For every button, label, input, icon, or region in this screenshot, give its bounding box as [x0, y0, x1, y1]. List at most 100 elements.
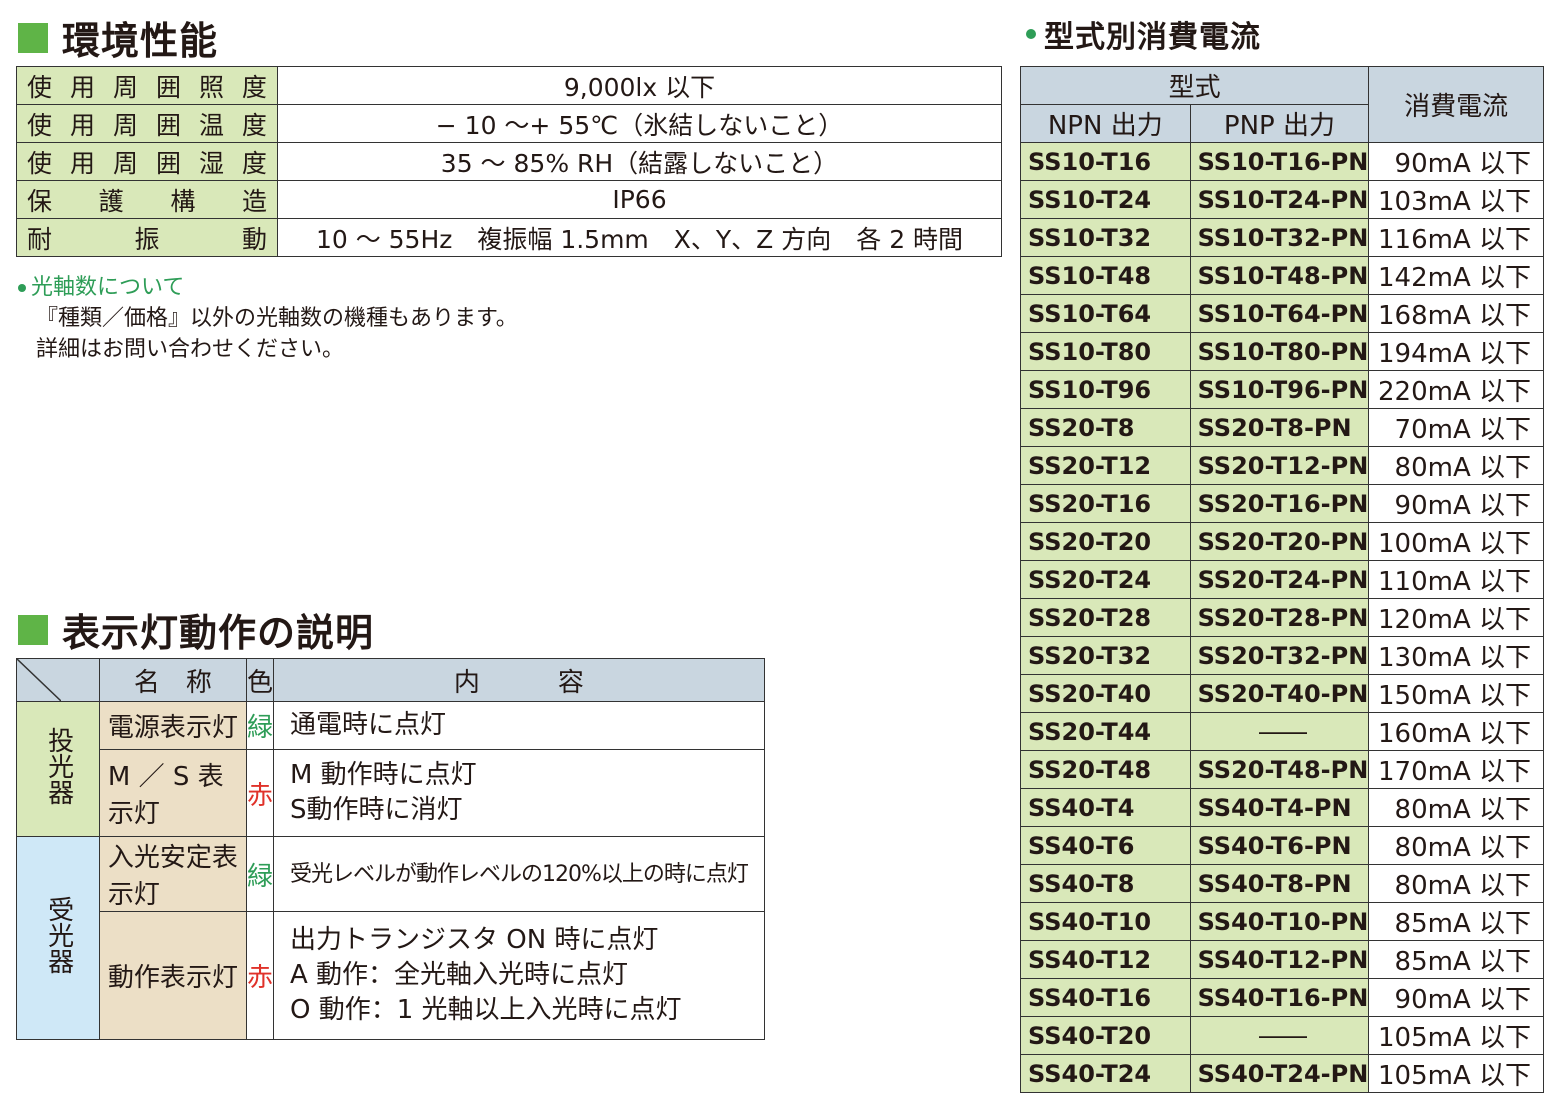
current-row: SS10-T32 SS10-T32-PN 116mA 以下 — [1020, 218, 1544, 257]
group-label: 投光器 — [43, 726, 74, 805]
npn-model: SS10-T64 — [1020, 294, 1191, 333]
indicator-content-line: O 動作：1 光軸以上入光時に点灯 — [289, 995, 682, 1025]
npn-model: SS20-T44 — [1020, 712, 1191, 751]
npn-model: SS20-T32 — [1020, 636, 1191, 675]
current-row: SS20-T28 SS20-T28-PN 120mA 以下 — [1020, 598, 1544, 637]
current-value: 80mA 以下 — [1368, 446, 1544, 485]
env-row: 使用周囲照度 9,000lx 以下 — [16, 66, 1002, 105]
env-label: 使用周囲温度 — [27, 110, 267, 140]
pnp-model: SS20-T16-PN — [1189, 484, 1370, 523]
npn-model: SS10-T32 — [1020, 218, 1191, 257]
indicator-name-cell: 電源表示灯 — [98, 701, 247, 750]
pnp-model: SS10-T48-PN — [1189, 256, 1370, 295]
npn-model: SS20-T20 — [1020, 522, 1191, 561]
pnp-model: SS20-T48-PN — [1189, 750, 1370, 789]
pnp-model: SS10-T24-PN — [1189, 180, 1370, 219]
current-row: SS20-T8 SS20-T8-PN 70mA 以下 — [1020, 408, 1544, 447]
npn-model: SS20-T48 — [1020, 750, 1191, 789]
env-label-cell: 使用周囲湿度 — [16, 142, 278, 181]
pnp-model: SS40-T4-PN — [1189, 788, 1370, 827]
pnp-model: SS40-T16-PN — [1189, 978, 1370, 1017]
pnp-model: SS40-T6-PN — [1189, 826, 1370, 865]
header-pnp: PNP 出力 — [1189, 104, 1370, 143]
npn-model: SS20-T28 — [1020, 598, 1191, 637]
current-value: 90mA 以下 — [1368, 978, 1544, 1017]
pnp-model: ―― — [1189, 712, 1370, 751]
current-row: SS40-T6 SS40-T6-PN 80mA 以下 — [1020, 826, 1544, 865]
npn-model: SS40-T12 — [1020, 940, 1191, 979]
current-value: 105mA 以下 — [1368, 1054, 1544, 1093]
indicator-name-cell: 動作表示灯 — [98, 911, 247, 1040]
indicator-name: 入光安定表示灯 — [107, 843, 238, 910]
pnp-model: ―― — [1189, 1016, 1370, 1055]
indicator-heading: 表示灯動作の説明 — [18, 602, 374, 657]
npn-model: SS20-T12 — [1020, 446, 1191, 485]
current-value: 80mA 以下 — [1368, 788, 1544, 827]
npn-model: SS40-T6 — [1020, 826, 1191, 865]
current-row: SS20-T24 SS20-T24-PN 110mA 以下 — [1020, 560, 1544, 599]
current-value: 150mA 以下 — [1368, 674, 1544, 713]
pnp-model: SS10-T64-PN — [1189, 294, 1370, 333]
npn-model: SS20-T24 — [1020, 560, 1191, 599]
current-value: 70mA 以下 — [1368, 408, 1544, 447]
current-value: 85mA 以下 — [1368, 902, 1544, 941]
npn-model: SS40-T8 — [1020, 864, 1191, 903]
pnp-model: SS20-T20-PN — [1189, 522, 1370, 561]
indicator-content-cell: 受光レベルが動作レベルの120%以上の時に点灯 — [272, 836, 765, 912]
indicator-name-cell: M ／ S 表示灯 — [98, 749, 247, 837]
pnp-model: SS10-T16-PN — [1189, 142, 1370, 181]
current-row: SS10-T16 SS10-T16-PN 90mA 以下 — [1020, 142, 1544, 181]
pnp-model: SS20-T32-PN — [1189, 636, 1370, 675]
current-value: 80mA 以下 — [1368, 826, 1544, 865]
indicator-color: 赤 — [245, 911, 274, 1040]
current-row: SS40-T16 SS40-T16-PN 90mA 以下 — [1020, 978, 1544, 1017]
current-row: SS40-T20 ―― 105mA 以下 — [1020, 1016, 1544, 1055]
header-npn: NPN 出力 — [1020, 104, 1191, 143]
current-value: 170mA 以下 — [1368, 750, 1544, 789]
current-row: SS10-T64 SS10-T64-PN 168mA 以下 — [1020, 294, 1544, 333]
current-value: 194mA 以下 — [1368, 332, 1544, 371]
current-row: SS40-T8 SS40-T8-PN 80mA 以下 — [1020, 864, 1544, 903]
current-row: SS20-T16 SS20-T16-PN 90mA 以下 — [1020, 484, 1544, 523]
current-row: SS20-T40 SS20-T40-PN 150mA 以下 — [1020, 674, 1544, 713]
env-value: IP66 — [277, 180, 1002, 219]
npn-model: SS40-T20 — [1020, 1016, 1191, 1055]
indicator-row: 動作表示灯赤出力トランジスタ ON 時に点灯 A 動作：全光軸入光時に点灯 O 動作… — [17, 911, 765, 1040]
pnp-model: SS40-T12-PN — [1189, 940, 1370, 979]
group-label: 受光器 — [43, 895, 74, 974]
indicator-content-line: A 動作：全光軸入光時に点灯 — [289, 960, 629, 990]
group-cell: 受光器 — [16, 836, 100, 1040]
indicator-content-line: M 動作時に点灯 — [289, 760, 477, 790]
indicator-content-line: 出力トランジスタ ON 時に点灯 — [289, 925, 659, 955]
current-row: SS40-T10 SS40-T10-PN 85mA 以下 — [1020, 902, 1544, 941]
current-table: 型式 消費電流 NPN 出力 PNP 出力 SS10-T16 SS10-T16-P… — [1019, 66, 1544, 1093]
npn-model: SS40-T4 — [1020, 788, 1191, 827]
header-color: 色 — [245, 658, 274, 702]
indicator-content-line: 通電時に点灯 — [289, 710, 446, 740]
current-row: SS20-T20 SS20-T20-PN 100mA 以下 — [1020, 522, 1544, 561]
current-row: SS20-T44 ―― 160mA 以下 — [1020, 712, 1544, 751]
current-row: SS10-T48 SS10-T48-PN 142mA 以下 — [1020, 256, 1544, 295]
diagonal-line-icon — [17, 659, 61, 701]
npn-model: SS40-T10 — [1020, 902, 1191, 941]
indicator-row: 投光器 電源表示灯緑通電時に点灯 — [16, 701, 765, 837]
current-value: 120mA 以下 — [1368, 598, 1544, 637]
indicator-name: 動作表示灯 — [107, 963, 238, 993]
current-value: 80mA 以下 — [1368, 864, 1544, 903]
green-square-icon — [18, 614, 48, 645]
green-square-icon — [18, 22, 48, 53]
header-content: 内 容 — [272, 658, 765, 702]
current-row: SS10-T80 SS10-T80-PN 194mA 以下 — [1020, 332, 1544, 371]
pnp-model: SS40-T10-PN — [1189, 902, 1370, 941]
current-row: SS10-T24 SS10-T24-PN 103mA 以下 — [1020, 180, 1544, 219]
current-row: SS40-T24 SS40-T24-PN 105mA 以下 — [1020, 1054, 1544, 1093]
indicator-name: 電源表示灯 — [107, 713, 238, 743]
pnp-model: SS40-T8-PN — [1189, 864, 1370, 903]
current-row: SS40-T12 SS40-T12-PN 85mA 以下 — [1020, 940, 1544, 979]
indicator-content-cell: 通電時に点灯 — [272, 701, 765, 750]
current-row: SS10-T96 SS10-T96-PN 220mA 以下 — [1020, 370, 1544, 409]
npn-model: SS20-T8 — [1020, 408, 1191, 447]
indicator-title: 表示灯動作の説明 — [62, 611, 375, 655]
env-label-cell: 保護構造 — [16, 180, 278, 219]
current-value: 110mA 以下 — [1368, 560, 1544, 599]
